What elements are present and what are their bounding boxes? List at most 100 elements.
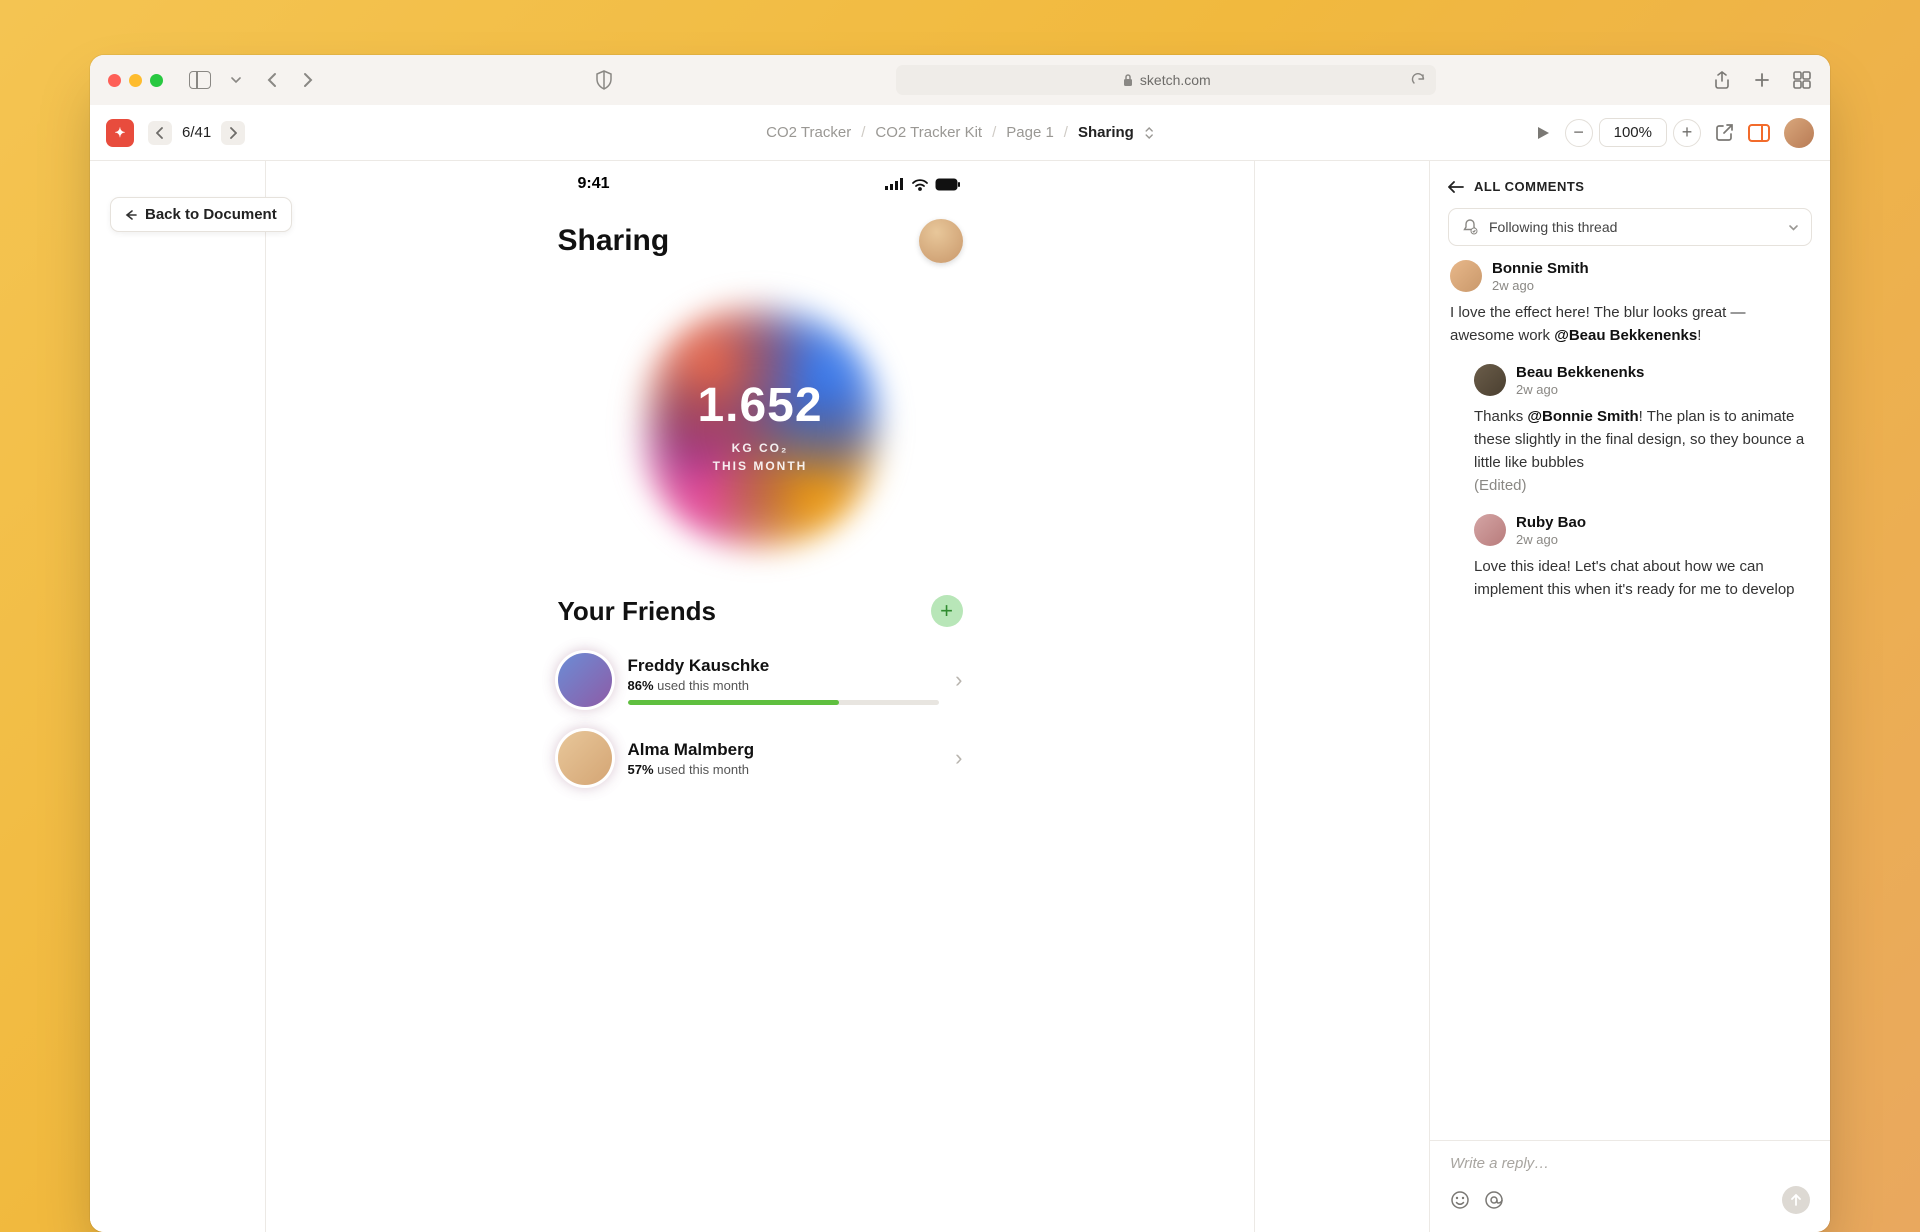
- zoom-level[interactable]: 100%: [1599, 118, 1667, 147]
- app-logo[interactable]: ✦: [106, 119, 134, 147]
- zoom-controls: − 100% +: [1565, 118, 1701, 147]
- follow-thread-dropdown[interactable]: Following this thread: [1448, 208, 1812, 246]
- comment-avatar: [1474, 364, 1506, 396]
- minimize-window-button[interactable]: [129, 74, 142, 87]
- address-bar[interactable]: sketch.com: [896, 65, 1436, 95]
- status-time: 9:41: [578, 175, 610, 193]
- share-icon[interactable]: [1712, 70, 1732, 90]
- comment-time: 2w ago: [1516, 532, 1586, 547]
- bell-icon: [1461, 218, 1479, 236]
- emoji-icon[interactable]: [1450, 1190, 1470, 1210]
- friend-suffix: used this month: [654, 678, 749, 693]
- browser-toolbar: sketch.com: [90, 55, 1830, 105]
- friend-percent: 57%: [628, 762, 654, 777]
- page-stepper: 6/41: [148, 121, 245, 145]
- comment-body: Thanks @Bonnie Smith! The plan is to ani…: [1474, 405, 1810, 498]
- comments-panel: ALL COMMENTS Following this thread Bonni…: [1430, 161, 1830, 1232]
- zoom-in-button[interactable]: +: [1673, 119, 1701, 147]
- cellular-icon: [885, 178, 905, 190]
- profile-avatar: [919, 219, 963, 263]
- zoom-out-button[interactable]: −: [1565, 119, 1593, 147]
- phone-status-bar: 9:41: [538, 171, 983, 209]
- comment-avatar: [1450, 260, 1482, 292]
- friend-avatar: [558, 653, 612, 707]
- comment-author: Bonnie Smith: [1492, 260, 1589, 277]
- next-artboard-button[interactable]: [221, 121, 245, 145]
- comment-time: 2w ago: [1492, 278, 1589, 293]
- dropdown-chevron-icon[interactable]: [225, 69, 247, 91]
- nav-back-button[interactable]: [261, 69, 283, 91]
- comments-header-label: ALL COMMENTS: [1474, 179, 1584, 194]
- comments-panel-toggle[interactable]: [1748, 124, 1770, 142]
- play-prototype-button[interactable]: [1535, 125, 1551, 141]
- breadcrumb: CO2 Tracker/ CO2 Tracker Kit/ Page 1/ Sh…: [766, 124, 1154, 141]
- metric-value: 1.652: [697, 378, 822, 433]
- mention-icon[interactable]: [1484, 1190, 1504, 1210]
- friend-name: Freddy Kauschke: [628, 656, 940, 676]
- breadcrumb-item-current[interactable]: Sharing: [1078, 124, 1134, 141]
- open-external-icon[interactable]: [1715, 123, 1734, 142]
- comment: Bonnie Smith 2w ago I love the effect he…: [1450, 260, 1810, 601]
- user-avatar[interactable]: [1784, 118, 1814, 148]
- back-to-document-label: Back to Document: [145, 206, 277, 223]
- comment-reply: Ruby Bao 2w ago Love this idea! Let's ch…: [1474, 514, 1810, 602]
- breadcrumb-item[interactable]: CO2 Tracker: [766, 124, 851, 141]
- canvas-gutter: [1255, 161, 1430, 1232]
- sidebar-toggle-icon[interactable]: [189, 71, 211, 89]
- browser-window: sketch.com ✦ 6/41 CO2 Tracker/ CO2: [90, 55, 1830, 1232]
- arrow-left-icon: [125, 209, 137, 221]
- breadcrumb-item[interactable]: Page 1: [1006, 124, 1054, 141]
- friend-percent: 86%: [628, 678, 654, 693]
- reply-input[interactable]: Write a reply…: [1450, 1155, 1810, 1172]
- tab-overview-icon[interactable]: [1792, 70, 1812, 90]
- prev-artboard-button[interactable]: [148, 121, 172, 145]
- metric-period: THIS MONTH: [713, 459, 808, 473]
- friends-heading: Your Friends: [558, 596, 716, 627]
- comment-author: Ruby Bao: [1516, 514, 1586, 531]
- friend-name: Alma Malmberg: [628, 740, 940, 760]
- chevron-right-icon: ›: [955, 745, 962, 771]
- edited-label: (Edited): [1474, 477, 1527, 494]
- breadcrumb-dropdown-icon[interactable]: [1144, 127, 1154, 139]
- address-url: sketch.com: [1140, 72, 1211, 88]
- browser-right-icons: [1712, 70, 1812, 90]
- friend-row: Freddy Kauschke 86% used this month ›: [538, 641, 983, 719]
- artboard-sharing: 9:41 Sharing 1.652 KG: [538, 161, 983, 797]
- left-sidebar: Back to Document: [90, 161, 266, 1232]
- chevron-right-icon: ›: [955, 667, 962, 693]
- window-controls: [108, 74, 163, 87]
- comment-body: I love the effect here! The blur looks g…: [1450, 301, 1810, 348]
- mention[interactable]: @Beau Bekkenenks: [1554, 327, 1697, 344]
- friend-avatar: [558, 731, 612, 785]
- comments-header[interactable]: ALL COMMENTS: [1430, 161, 1830, 206]
- chevron-down-icon: [1788, 222, 1799, 233]
- canvas[interactable]: 9:41 Sharing 1.652 KG: [266, 161, 1255, 1232]
- send-reply-button[interactable]: [1782, 1186, 1810, 1214]
- metric-visual: 1.652 KG CO₂ THIS MONTH: [538, 281, 983, 571]
- close-window-button[interactable]: [108, 74, 121, 87]
- comment-avatar: [1474, 514, 1506, 546]
- comment-author: Beau Bekkenenks: [1516, 364, 1644, 381]
- new-tab-icon[interactable]: [1752, 70, 1772, 90]
- comment-time: 2w ago: [1516, 382, 1644, 397]
- breadcrumb-item[interactable]: CO2 Tracker Kit: [875, 124, 982, 141]
- wifi-icon: [911, 178, 929, 191]
- usage-bar-fill: [628, 700, 840, 705]
- back-to-document-button[interactable]: Back to Document: [110, 197, 292, 232]
- comment-body: Love this idea! Let's chat about how we …: [1474, 555, 1810, 602]
- zoom-window-button[interactable]: [150, 74, 163, 87]
- comment-thread: Bonnie Smith 2w ago I love the effect he…: [1430, 260, 1830, 627]
- comment-reply: Beau Bekkenenks 2w ago Thanks @Bonnie Sm…: [1474, 364, 1810, 498]
- reply-composer: Write a reply…: [1430, 1140, 1830, 1232]
- nav-forward-button[interactable]: [297, 69, 319, 91]
- reload-icon[interactable]: [1411, 73, 1426, 88]
- friend-suffix: used this month: [654, 762, 749, 777]
- metric-unit: KG CO₂: [732, 441, 789, 455]
- lock-icon: [1122, 73, 1134, 87]
- battery-icon: [935, 178, 961, 191]
- mention[interactable]: @Bonnie Smith: [1527, 408, 1638, 425]
- screen-title: Sharing: [558, 224, 670, 258]
- page-counter: 6/41: [176, 124, 217, 141]
- privacy-shield-icon[interactable]: [595, 70, 613, 90]
- arrow-left-icon: [1448, 181, 1464, 193]
